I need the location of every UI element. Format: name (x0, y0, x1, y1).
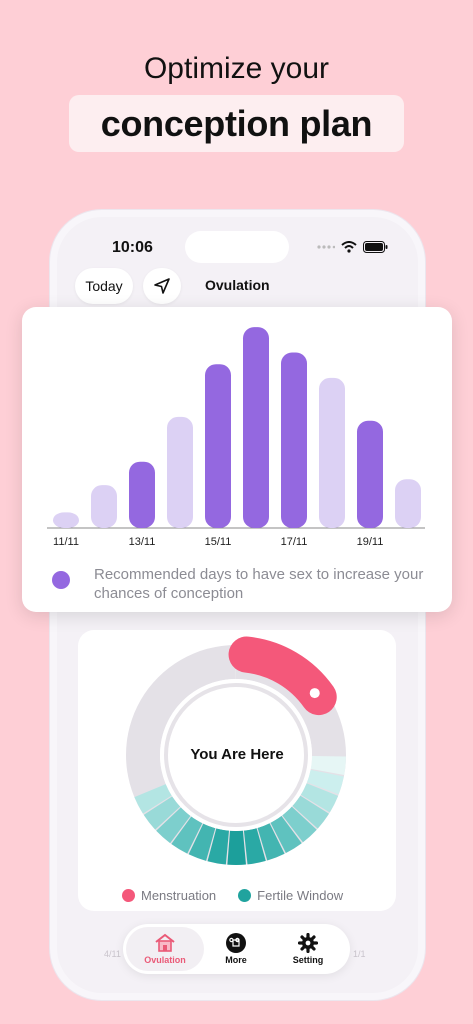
tab-more[interactable]: More (209, 927, 263, 971)
menstruation-dot (122, 889, 135, 902)
headline-line1: Optimize your (143, 52, 330, 85)
bar-13/11 (129, 461, 155, 528)
tick-label-15/11: 15/11 (205, 536, 232, 548)
tab-setting[interactable]: Setting (281, 927, 335, 971)
bar-19/11 (357, 420, 383, 528)
headline-highlight: conception plan (69, 95, 404, 152)
locate-button[interactable] (143, 268, 181, 304)
screen-title: Ovulation (205, 277, 270, 293)
today-button[interactable]: Today (75, 268, 133, 304)
navigation-arrow-icon (154, 278, 170, 294)
tick-label-13/11: 13/11 (129, 536, 156, 548)
chart-legend-text: Recommended days to have sex to increase… (94, 566, 424, 602)
tick-label-19/11: 19/11 (357, 536, 384, 548)
wifi-icon (341, 241, 357, 253)
bar-18/11 (319, 377, 345, 528)
legend-menstruation-label: Menstruation (141, 888, 217, 903)
legend-fertile: Fertile Window (238, 888, 343, 903)
dynamic-island (185, 231, 289, 263)
tick-label-11/11: 11/11 (53, 536, 79, 548)
tab-ovulation[interactable]: Ovulation (126, 927, 204, 971)
tab-ovulation-label: Ovulation (144, 955, 186, 965)
tick-label-17/11: 17/11 (281, 536, 308, 548)
legend-menstruation: Menstruation (122, 888, 216, 903)
headline-line2: conception plan (100, 102, 373, 144)
tab-setting-label: Setting (292, 955, 324, 965)
bar-20/11 (395, 479, 421, 528)
tab-more-label: More (225, 955, 247, 965)
recommended-dot (52, 571, 70, 589)
legend-fertile-label: Fertile Window (257, 888, 344, 903)
battery-icon (363, 241, 388, 253)
status-time: 10:06 (112, 239, 153, 256)
bar-15/11 (205, 364, 231, 528)
ovulation-bar-chart: 11/11 13/11 15/11 17/11 19/11 (47, 327, 425, 548)
command-icon (226, 933, 246, 953)
bar-12/11 (91, 485, 117, 528)
fertile-segment-9 (227, 830, 246, 865)
bar-17/11 (281, 352, 307, 528)
ghost-date-left: 4/11 (104, 949, 121, 959)
cycle-center-label: You Are Here (190, 746, 284, 763)
ghost-date-right: 1/1 (353, 949, 366, 959)
house-icon (155, 933, 175, 952)
gear-icon (298, 933, 318, 953)
bar-14/11 (167, 416, 193, 528)
chart-legend: Recommended days to have sex to increase… (52, 565, 434, 603)
cycle-legend: Menstruation Fertile Window (122, 888, 343, 903)
bar-11/11 (53, 512, 79, 528)
cycle-card: You Are Here Menstruation Fertile Window (78, 630, 396, 911)
status-icons (317, 241, 388, 253)
signal-icon (317, 245, 335, 249)
bar-16/11 (243, 327, 269, 528)
current-day-marker[interactable] (309, 688, 320, 699)
fertile-dot (238, 889, 252, 902)
bottom-tab-bar: Ovulation More Setting (123, 924, 350, 974)
ovulation-chart-card: 11/11 13/11 15/11 17/11 19/11 Recommended da… (22, 307, 452, 612)
